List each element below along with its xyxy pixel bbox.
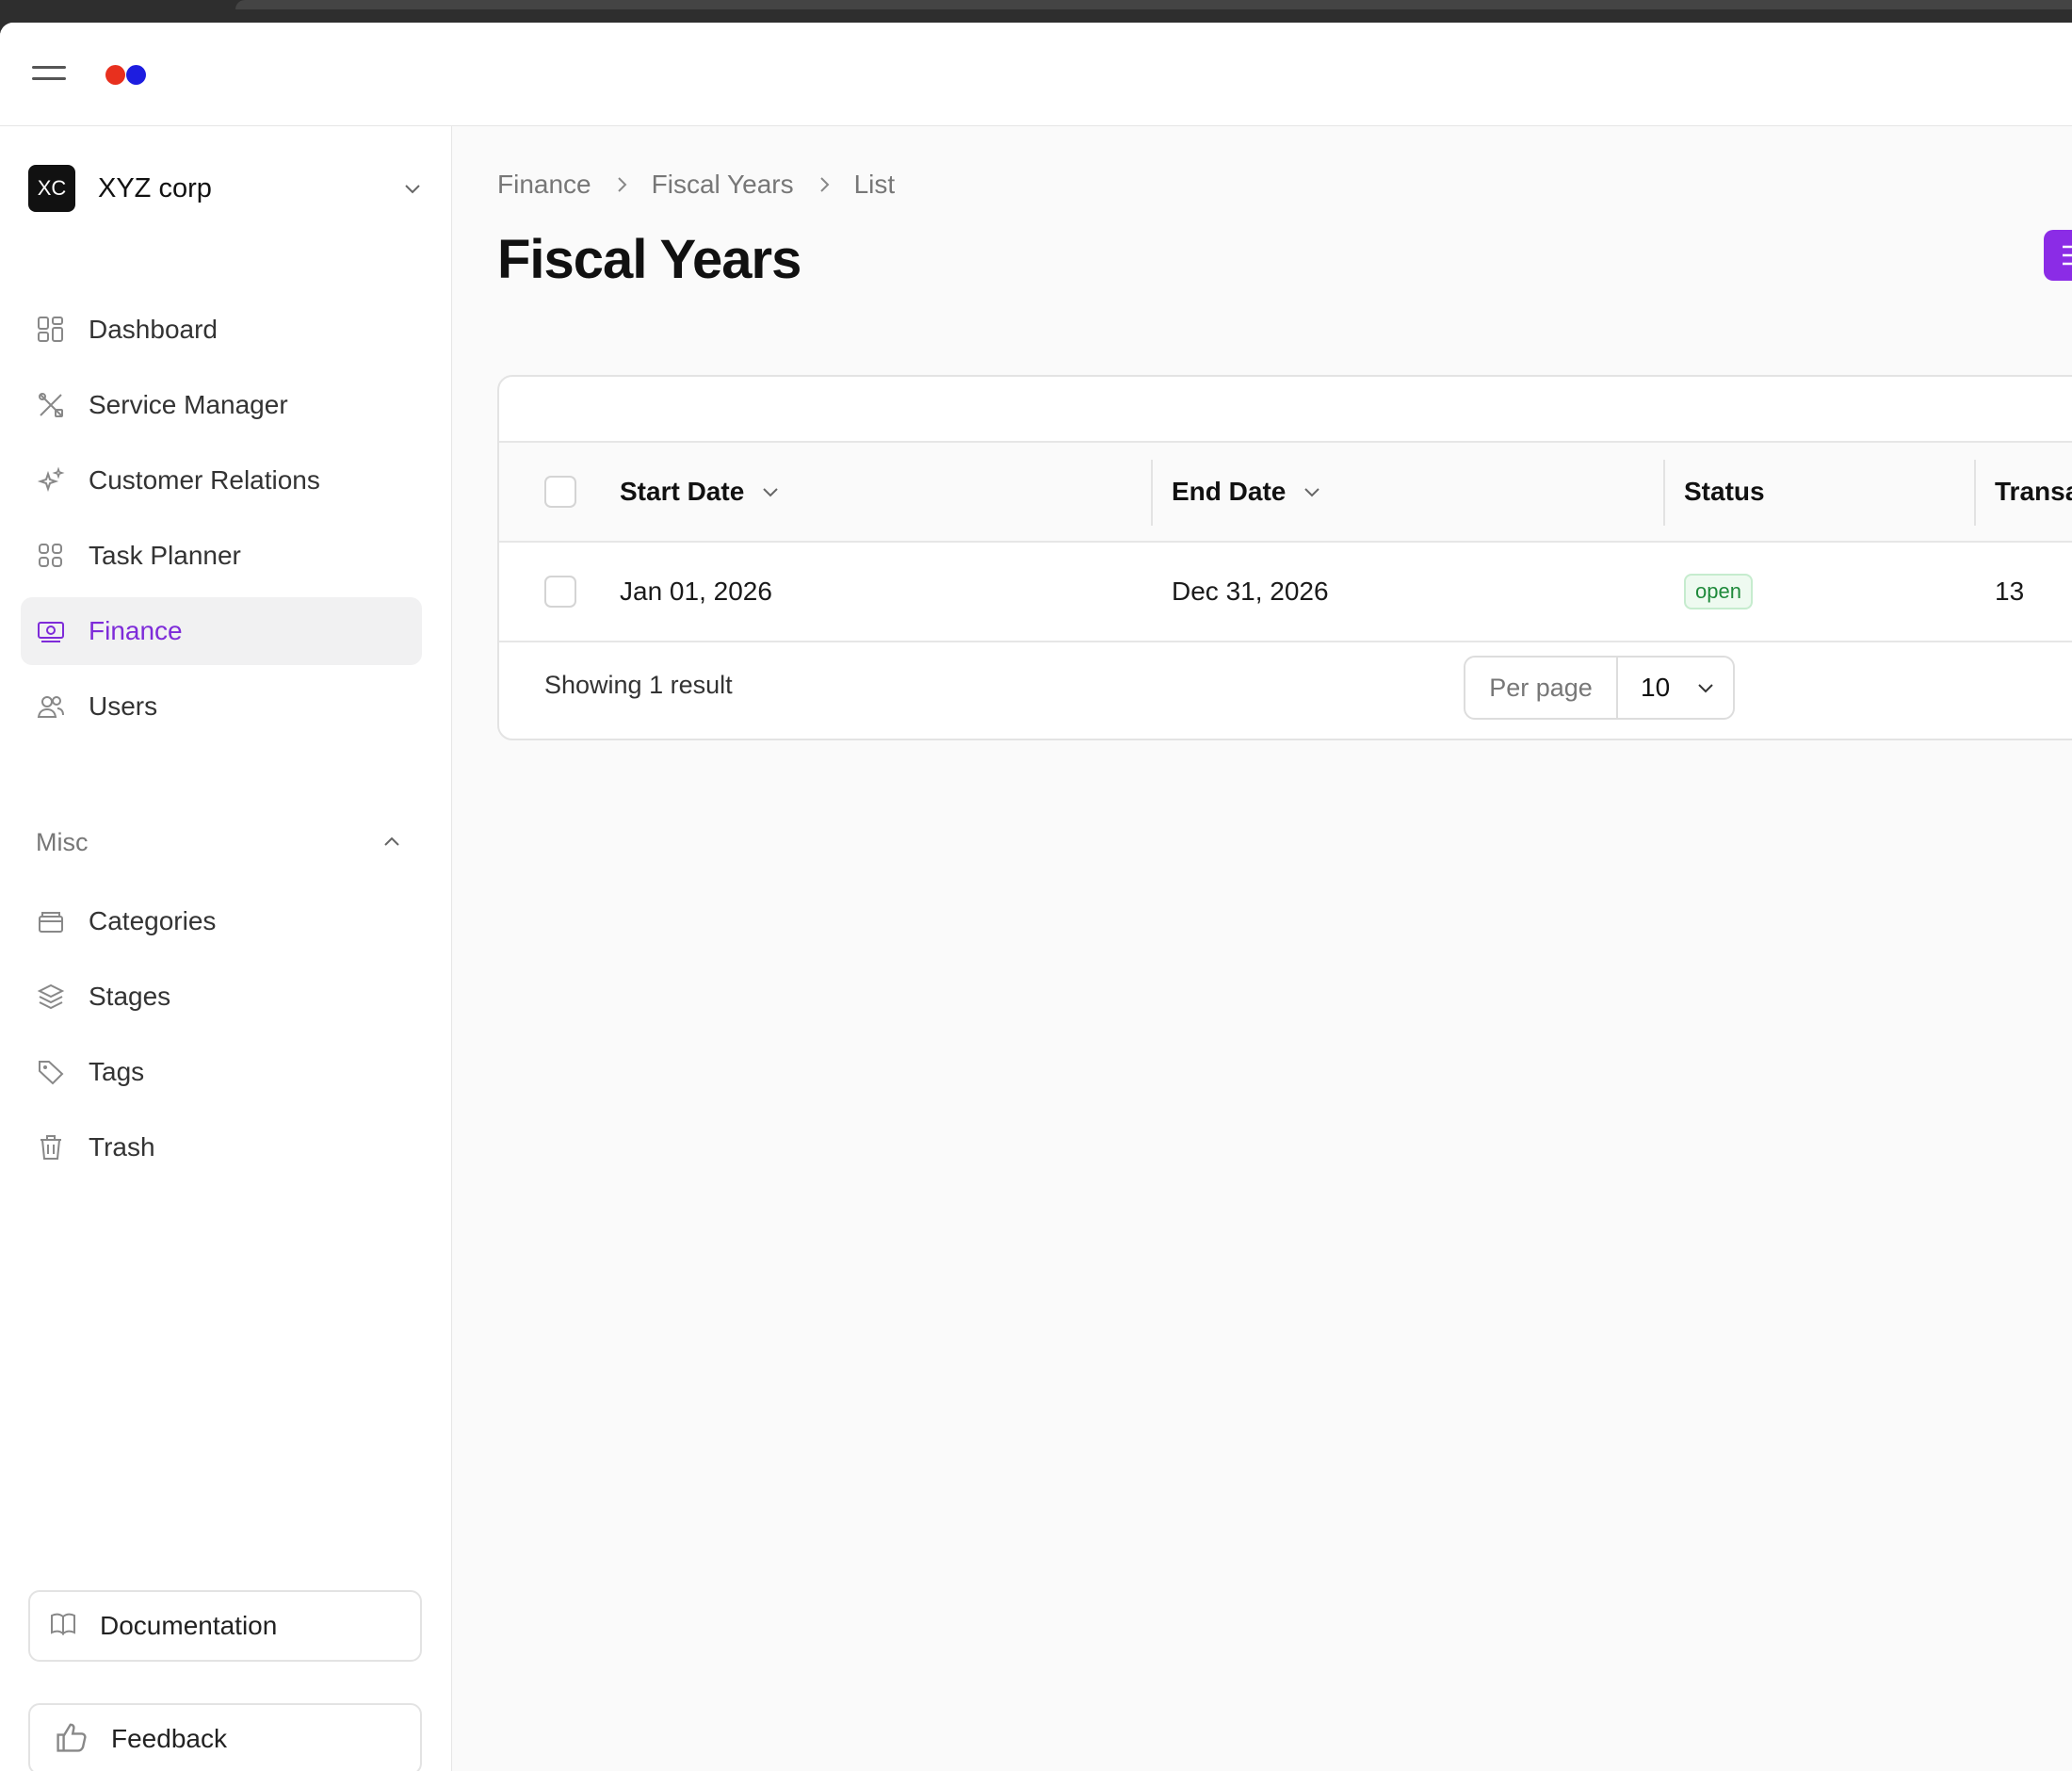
- page-title: Fiscal Years: [497, 229, 801, 290]
- sidebar-item-label: Tags: [89, 1057, 145, 1086]
- table-header: Start Date End Date Status Transa: [499, 443, 2072, 543]
- column-header-label: End Date: [1172, 477, 1287, 506]
- sidebar-item-label: Finance: [89, 616, 183, 645]
- column-divider: [1974, 460, 1976, 526]
- users-icon: [36, 691, 66, 722]
- chevron-right-icon: [612, 175, 631, 194]
- per-page-value: 10: [1641, 673, 1671, 702]
- breadcrumb: Finance Fiscal Years List: [497, 170, 895, 200]
- cell-status: open: [1684, 574, 1753, 609]
- sidebar-item-finance[interactable]: Finance: [21, 597, 422, 665]
- per-page-control: Per page 10: [1464, 656, 1735, 720]
- layers-icon: [36, 982, 66, 1012]
- sidebar: XC XYZ corp Dashboard Service Manager Cu…: [0, 126, 452, 1771]
- sidebar-item-label: Dashboard: [89, 315, 218, 344]
- status-badge: open: [1684, 574, 1753, 609]
- sidebar-item-label: Stages: [89, 982, 171, 1011]
- chevron-right-icon: [815, 175, 834, 194]
- top-bar: [0, 23, 2072, 126]
- per-page-label: Per page: [1465, 658, 1618, 718]
- filter-button[interactable]: [2044, 230, 2072, 281]
- cell-transactions: 13: [1995, 577, 2025, 606]
- column-header-transactions: Transa: [1995, 477, 2072, 507]
- trash-icon: [36, 1132, 66, 1162]
- misc-nav: Categories Stages Tags Trash: [21, 887, 422, 1189]
- window-titlebar: [235, 0, 2072, 9]
- fiscal-years-table: Start Date End Date Status Transa Jan 01…: [497, 375, 2072, 740]
- sidebar-item-dashboard[interactable]: Dashboard: [21, 296, 422, 364]
- result-count: Showing 1 result: [544, 671, 733, 699]
- documentation-label: Documentation: [100, 1611, 278, 1640]
- tag-icon: [36, 1057, 66, 1087]
- sidebar-item-tags[interactable]: Tags: [21, 1038, 422, 1106]
- sidebar-item-label: Service Manager: [89, 390, 288, 419]
- org-switcher[interactable]: XC XYZ corp: [28, 162, 424, 215]
- feedback-label: Feedback: [111, 1724, 227, 1753]
- sidebar-item-categories[interactable]: Categories: [21, 887, 422, 955]
- app-window: XC XYZ corp Dashboard Service Manager Cu…: [0, 23, 2072, 1771]
- sidebar-item-label: Customer Relations: [89, 465, 320, 495]
- table-row[interactable]: Jan 01, 2026 Dec 31, 2026 open 13: [499, 543, 2072, 642]
- feedback-button[interactable]: Feedback: [28, 1703, 422, 1771]
- tools-icon: [36, 390, 66, 420]
- archive-icon: [36, 906, 66, 936]
- sidebar-item-label: Categories: [89, 906, 217, 935]
- column-header-label: Status: [1684, 477, 1765, 506]
- misc-section-toggle[interactable]: Misc: [36, 821, 403, 863]
- banknote-icon: [36, 616, 66, 646]
- sidebar-item-label: Users: [89, 691, 158, 721]
- thumbs-up-icon: [55, 1720, 89, 1759]
- grid-icon: [36, 541, 66, 571]
- column-header-label: Transa: [1995, 477, 2072, 506]
- sidebar-item-customer-relations[interactable]: Customer Relations: [21, 447, 422, 514]
- sidebar-item-stages[interactable]: Stages: [21, 963, 422, 1031]
- sidebar-item-label: Trash: [89, 1132, 155, 1162]
- column-header-end-date[interactable]: End Date: [1172, 477, 1323, 507]
- per-page-select[interactable]: 10: [1618, 658, 1733, 718]
- row-checkbox[interactable]: [544, 576, 576, 608]
- sidebar-item-label: Task Planner: [89, 541, 241, 570]
- dashboard-icon: [36, 315, 66, 345]
- menu-icon[interactable]: [32, 62, 68, 87]
- column-header-label: Start Date: [620, 477, 745, 506]
- book-icon: [49, 1610, 77, 1643]
- column-divider: [1151, 460, 1153, 526]
- sidebar-item-service-manager[interactable]: Service Manager: [21, 371, 422, 439]
- main-content: Finance Fiscal Years List Fiscal Years S…: [452, 126, 2072, 1771]
- org-name: XYZ corp: [98, 172, 212, 203]
- chevron-down-icon: [1304, 488, 1320, 497]
- logo-blue-dot: [126, 65, 146, 85]
- chevron-down-icon: [1698, 684, 1713, 693]
- column-header-status: Status: [1684, 477, 1765, 507]
- cell-end-date: Dec 31, 2026: [1172, 577, 1329, 606]
- select-all-checkbox[interactable]: [544, 476, 576, 508]
- chevron-down-icon: [405, 185, 420, 194]
- sidebar-item-trash[interactable]: Trash: [21, 1113, 422, 1181]
- misc-section-label: Misc: [36, 827, 89, 856]
- table-toolbar: [499, 377, 2072, 443]
- breadcrumb-fiscal-years[interactable]: Fiscal Years: [652, 170, 794, 200]
- breadcrumb-finance[interactable]: Finance: [497, 170, 591, 200]
- cell-start-date: Jan 01, 2026: [620, 577, 772, 606]
- breadcrumb-list: List: [853, 170, 896, 199]
- sidebar-item-users[interactable]: Users: [21, 673, 422, 740]
- table-footer: Showing 1 result Per page 10: [499, 642, 2072, 735]
- sliders-icon: [2063, 245, 2072, 266]
- org-avatar: XC: [28, 165, 75, 212]
- chevron-down-icon: [763, 488, 778, 497]
- logo-red-dot: [105, 65, 125, 85]
- chevron-up-icon: [384, 837, 399, 846]
- main-nav: Dashboard Service Manager Customer Relat…: [21, 296, 422, 748]
- sidebar-item-task-planner[interactable]: Task Planner: [21, 522, 422, 590]
- app-logo[interactable]: [105, 62, 153, 87]
- sparkles-icon: [36, 465, 66, 496]
- column-header-start-date[interactable]: Start Date: [620, 477, 782, 507]
- documentation-button[interactable]: Documentation: [28, 1590, 422, 1662]
- column-divider: [1663, 460, 1665, 526]
